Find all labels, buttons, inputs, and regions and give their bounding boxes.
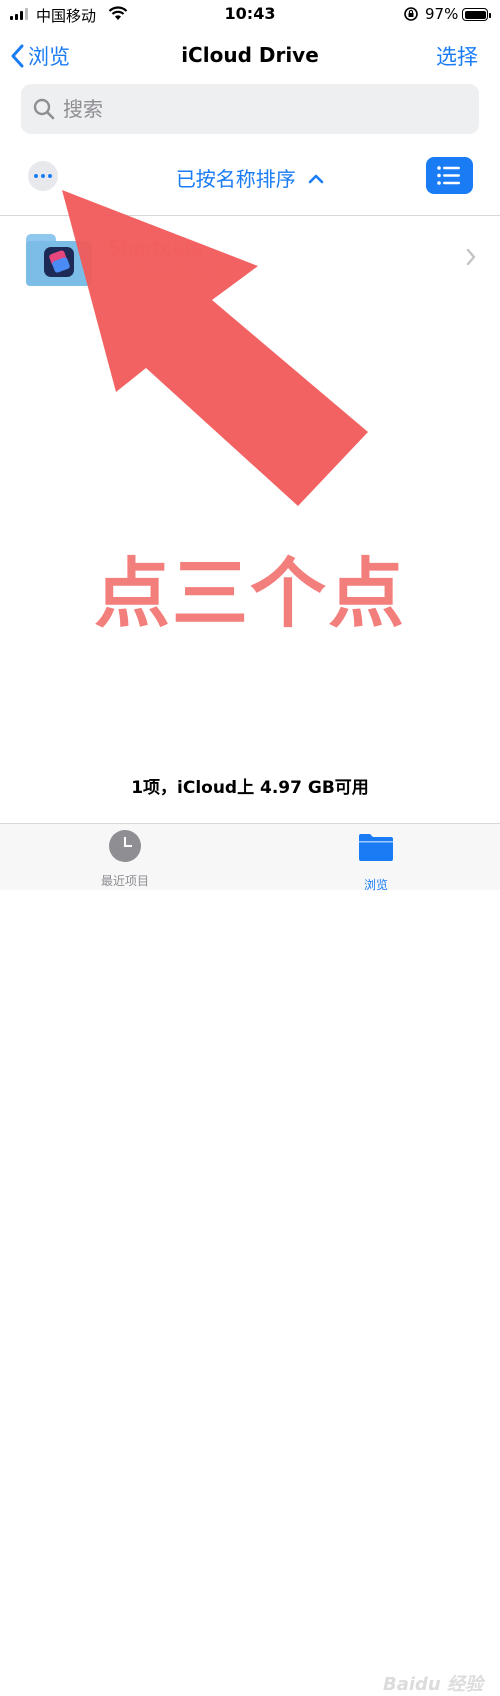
list-item[interactable]: Shortcuts 2019/11/30 - 0 项 — [0, 222, 500, 292]
file-meta: 2019/11/30 - 0 项 — [108, 267, 231, 283]
navigation-bar: 浏览 iCloud Drive 选择 — [0, 30, 500, 80]
chevron-right-icon — [466, 248, 476, 266]
search-bar[interactable] — [21, 84, 479, 134]
annotation-text: 点三个点 — [94, 549, 406, 638]
tab-recents-label: 最近项目 — [100, 874, 149, 888]
folder-icon — [26, 234, 92, 286]
chevron-up-icon — [308, 174, 324, 184]
rotation-lock-icon — [404, 7, 418, 21]
tab-browse-label: 浏览 — [363, 878, 388, 892]
sort-label: 已按名称排序 — [175, 167, 296, 191]
file-name: Shortcuts — [108, 236, 204, 260]
shortcuts-app-icon — [44, 247, 74, 277]
search-input[interactable] — [61, 96, 445, 122]
storage-summary: 1项，iCloud上 4.97 GB可用 — [131, 778, 369, 798]
folder-tab-icon — [359, 834, 393, 861]
page-title: iCloud Drive — [181, 43, 319, 67]
search-icon — [33, 98, 55, 120]
list-icon — [437, 166, 460, 185]
battery-percent: 97% — [425, 5, 459, 23]
sort-control[interactable]: 已按名称排序 — [0, 163, 500, 192]
battery-icon — [462, 8, 491, 21]
divider — [0, 215, 500, 216]
status-bar: 中国移动 10:43 97% — [0, 0, 500, 30]
clock-icon — [109, 830, 141, 862]
tab-bar: 最近项目 浏览 Baidu 经验 — [0, 823, 500, 1695]
tab-browse[interactable]: 浏览 — [354, 832, 398, 893]
list-view-button[interactable] — [426, 157, 473, 194]
tab-recents[interactable]: 最近项目 — [92, 830, 158, 889]
select-button[interactable]: 选择 — [436, 41, 478, 71]
watermark: Baidu 经验 — [383, 1674, 484, 1695]
